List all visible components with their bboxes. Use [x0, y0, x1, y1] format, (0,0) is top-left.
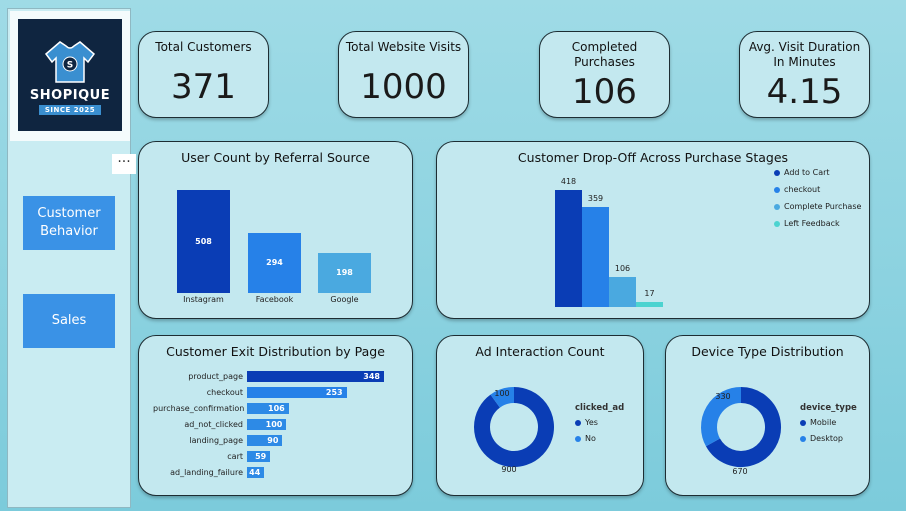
donut-slice — [701, 387, 742, 447]
kpi-total-customers: Total Customers 371 — [138, 31, 269, 118]
y-tick-label: landing_page — [189, 436, 243, 445]
legend-dot-icon — [774, 220, 780, 227]
legend-item: No — [575, 434, 596, 443]
legend-dot-icon — [575, 435, 581, 442]
bar-value-label: 348 — [363, 372, 380, 381]
legend-item: checkout — [774, 185, 820, 194]
y-tick-label: ad_not_clicked — [184, 420, 243, 429]
x-tick-label: Facebook — [255, 295, 294, 304]
slice-value-label: 670 — [732, 467, 747, 476]
bar — [609, 277, 636, 307]
y-tick-label: cart — [227, 452, 243, 461]
kpi-value: 106 — [572, 72, 637, 112]
legend-label: Desktop — [810, 434, 843, 443]
slice-value-label: 100 — [494, 389, 509, 398]
chart-title: Ad Interaction Count — [475, 344, 605, 359]
legend-dot-icon — [774, 186, 780, 193]
bar — [555, 190, 582, 307]
bar-value-label: 253 — [325, 388, 343, 397]
bar-value-label: 198 — [336, 267, 353, 277]
bar-value-label: 418 — [560, 177, 577, 186]
bar-value-label: 359 — [587, 193, 604, 203]
legend-label: Add to Cart — [784, 168, 830, 177]
legend-item: Add to Cart — [774, 168, 830, 177]
more-options-button[interactable]: ··· — [112, 154, 136, 174]
x-tick-label: Google — [330, 295, 359, 304]
nav-sales-button[interactable]: Sales — [23, 294, 115, 348]
sidebar: S SHOPIQUE SINCE 2025 ··· Customer Behav… — [7, 8, 136, 508]
legend-item: Yes — [575, 418, 598, 427]
nav-customer-behavior-button[interactable]: Customer Behavior — [23, 196, 115, 250]
kpi-avg-visit-duration: Avg. Visit Duration In Minutes 4.15 — [739, 31, 870, 118]
legend-dot-icon — [774, 203, 780, 210]
y-tick-label: purchase_confirmation — [153, 404, 245, 413]
y-tick-label: product_page — [188, 372, 243, 381]
legend-item: Desktop — [800, 434, 843, 443]
legend-title: clicked_ad — [575, 403, 625, 413]
y-tick-label: ad_landing_failure — [170, 468, 243, 477]
logo-subtext: SINCE 2025 — [38, 104, 102, 115]
x-tick-label: Instagram — [183, 295, 224, 304]
legend-label: No — [585, 434, 596, 443]
legend-dot-icon — [800, 435, 806, 442]
legend-item: Complete Purchase — [774, 202, 861, 211]
bar-value-label: 44 — [249, 468, 261, 477]
bar-value-label: 90 — [267, 436, 279, 445]
kpi-title: Completed Purchases — [571, 40, 638, 69]
bar-value-label: 508 — [195, 236, 212, 246]
bar — [582, 206, 609, 307]
legend-label: Left Feedback — [784, 219, 840, 228]
kpi-total-website-visits: Total Website Visits 1000 — [338, 31, 469, 118]
shirt-logo-icon: S — [44, 40, 96, 83]
kpi-completed-purchases: Completed Purchases 106 — [539, 31, 670, 118]
chart-exit-distribution: Customer Exit Distribution by Page produ… — [138, 335, 413, 496]
chart-title: User Count by Referral Source — [181, 150, 370, 165]
legend-dot-icon — [774, 169, 780, 176]
legend-label: Complete Purchase — [784, 202, 862, 211]
chart-title: Customer Drop-Off Across Purchase Stages — [517, 150, 789, 165]
bar-value-label: 106 — [614, 264, 631, 274]
legend-label: checkout — [784, 185, 821, 194]
kpi-value: 371 — [171, 67, 236, 107]
legend-item: Left Feedback — [774, 219, 840, 228]
bar — [636, 302, 663, 307]
kpi-title: Avg. Visit Duration In Minutes — [748, 40, 861, 69]
device-donut-chart: 670 330 — [701, 387, 781, 476]
chart-device-type: Device Type Distribution 670 330 device_t… — [665, 335, 870, 496]
legend-item: Mobile — [800, 418, 836, 427]
bar-value-label: 59 — [255, 452, 267, 461]
legend-title: device_type — [800, 403, 857, 413]
legend-label: Mobile — [810, 418, 837, 427]
legend-label: Yes — [585, 418, 598, 427]
kpi-value: 4.15 — [766, 72, 843, 112]
legend-dot-icon — [800, 419, 806, 426]
chart-title: Customer Exit Distribution by Page — [166, 344, 385, 359]
legend-dot-icon — [575, 419, 581, 426]
chart-title: Device Type Distribution — [691, 344, 844, 359]
bar-value-label: 106 — [268, 404, 285, 413]
slice-value-label: 900 — [501, 465, 516, 474]
y-tick-label: checkout — [206, 388, 243, 397]
shopique-logo: S SHOPIQUE SINCE 2025 — [18, 19, 122, 131]
chart-ad-interaction: Ad Interaction Count 900 100 clicked_ad Y… — [436, 335, 644, 496]
bar-value-label: 100 — [265, 420, 283, 429]
slice-value-label: 330 — [715, 392, 730, 401]
bar-value-label: 17 — [644, 289, 655, 299]
chart-referral-source: User Count by Referral Source 508 Instagr… — [138, 141, 413, 319]
chart-dropoff: Customer Drop-Off Across Purchase Stages… — [436, 141, 870, 319]
kpi-value: 1000 — [360, 67, 447, 107]
logo-container: S SHOPIQUE SINCE 2025 — [10, 11, 130, 141]
bar-value-label: 294 — [266, 258, 283, 268]
kpi-title: Total Website Visits — [345, 40, 462, 54]
donut-slice — [474, 387, 554, 467]
ad-donut-chart: 900 100 — [474, 387, 554, 474]
logo-text: SHOPIQUE — [29, 87, 111, 103]
kpi-title: Total Customers — [155, 40, 252, 54]
svg-text:S: S — [67, 60, 73, 70]
